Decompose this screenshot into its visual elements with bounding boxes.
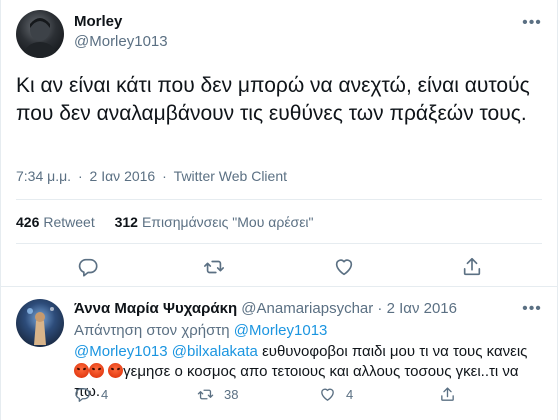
tweet-time[interactable]: 7:34 μ.μ. (16, 168, 71, 184)
like-count: 4 (346, 387, 354, 402)
reply-actions: 4 38 4 (1, 386, 558, 404)
retweets-stat[interactable]: 426 Retweet (16, 214, 95, 230)
reply-date[interactable]: 2 Ιαν 2016 (387, 300, 457, 317)
tweet-actions (1, 256, 558, 280)
mention-link[interactable]: @Morley1013 (74, 343, 168, 360)
reply-like-button[interactable]: 4 (319, 386, 353, 403)
retweet-icon (197, 389, 214, 400)
heart-icon[interactable] (333, 256, 357, 280)
author-name[interactable]: Morley (74, 13, 122, 30)
more-icon[interactable]: ••• (521, 12, 543, 34)
reply-header: Άννα Μαρία Ψυχαράκη @Anamariapsychar · 2… (74, 300, 457, 317)
tweet-client[interactable]: Twitter Web Client (174, 168, 287, 184)
angry-face-icon (108, 363, 124, 378)
retweet-count: 38 (224, 387, 239, 402)
reply-author-name[interactable]: Άννα Μαρία Ψυχαράκη (74, 300, 237, 317)
divider (16, 199, 542, 200)
reply-count: 4 (101, 387, 109, 402)
tweet-stats: 426 Retweet 312 Επισημάνσεις "Μου αρέσει" (16, 214, 330, 230)
divider (16, 243, 542, 244)
heart-icon (321, 388, 334, 401)
author-handle[interactable]: @Morley1013 (74, 33, 168, 50)
divider (1, 286, 557, 287)
more-icon[interactable]: ••• (521, 298, 543, 320)
reply-avatar[interactable] (16, 299, 64, 347)
retweets-count: 426 (16, 214, 40, 230)
likes-count: 312 (114, 214, 138, 230)
share-icon (441, 387, 454, 401)
tweet-text: Κι αν είναι κάτι που δεν μπορώ να ανεχτώ… (16, 74, 530, 125)
reply-icon[interactable] (77, 256, 101, 280)
tweet-date[interactable]: 2 Ιαν 2016 (90, 168, 156, 184)
angry-face-icon (74, 363, 89, 378)
reply-icon (75, 388, 90, 402)
angry-face-icon (89, 363, 104, 378)
replying-mention[interactable]: @Morley1013 (234, 322, 328, 339)
share-icon[interactable] (461, 256, 485, 280)
tweet-meta: 7:34 μ.μ. · 2 Ιαν 2016 · Twitter Web Cli… (16, 168, 287, 184)
reply-reply-button[interactable]: 4 (74, 386, 108, 403)
reply-text-part: ευθυνοφοβοι παιδι μου τι να τους κανεις (262, 343, 528, 360)
likes-stat[interactable]: 312 Επισημάνσεις "Μου αρέσει" (115, 214, 314, 230)
replying-prefix: Απάντηση στον χρήστη (74, 322, 230, 339)
meta-separator: · (77, 168, 83, 184)
reply-separator: · (377, 300, 383, 317)
retweet-icon[interactable] (203, 256, 227, 280)
reply-share-button[interactable] (439, 386, 456, 403)
reply-author-handle[interactable]: @Anamariapsychar (241, 300, 373, 317)
reply-retweet-button[interactable]: 38 (197, 386, 238, 403)
avatar[interactable] (16, 10, 64, 58)
replying-to: Απάντηση στον χρήστη @Morley1013 (74, 322, 327, 339)
mention-link[interactable]: @bilxalakata (172, 343, 258, 360)
meta-separator-2: · (162, 168, 167, 184)
retweets-label: Retweet (43, 214, 95, 230)
likes-label: Επισημάνσεις "Μου αρέσει" (141, 214, 314, 230)
tweet-card: Morley @Morley1013 ••• Κι αν είναι κάτι … (0, 0, 558, 420)
